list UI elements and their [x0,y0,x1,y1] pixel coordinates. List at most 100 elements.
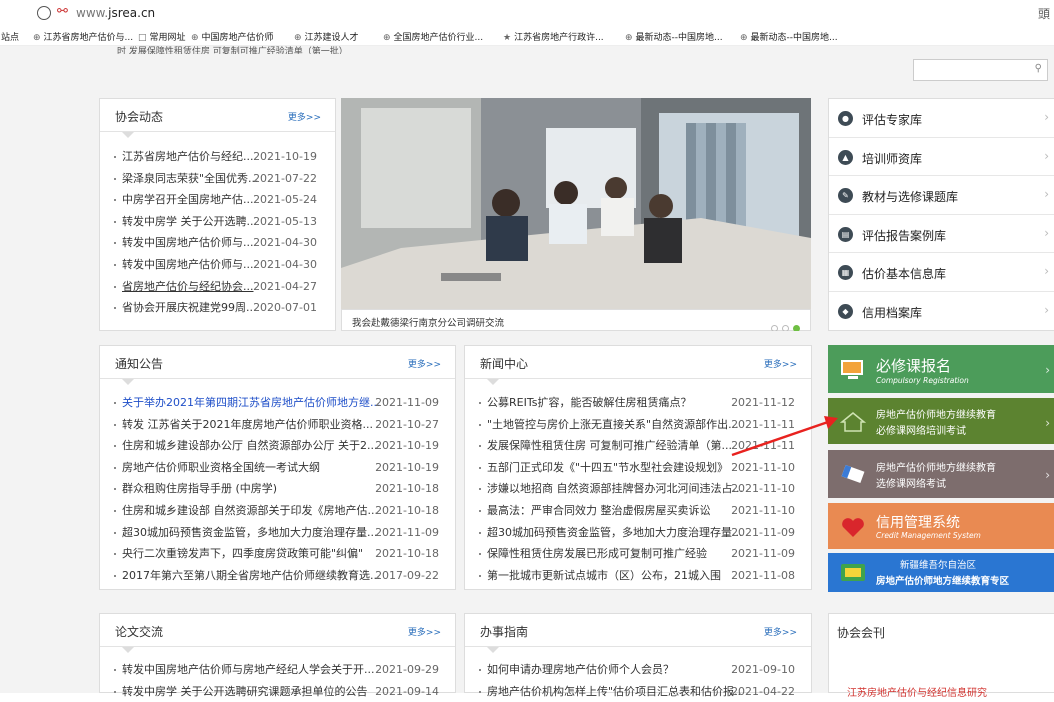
list-item[interactable]: 住房和城乡建设部 自然资源部关于印发《房地产估... 2021-10-18 [112,500,445,522]
notices-panel: 通知公告 更多>> 关于举办2021年第四期江苏省房地产估价师地方继... 202… [99,345,456,590]
more-link[interactable]: 更多>> [764,625,797,638]
banner-line1: 房地产估价师地方继续教育 [876,463,996,474]
list-item[interactable]: 省协会开展庆祝建党99周... 2020-07-01 [112,297,325,319]
list-item[interactable]: 公募REITs扩容，能否破解住房租赁痛点？ 2021-11-12 [477,392,801,414]
list-item[interactable]: 转发中国房地产估价师与... 2021-04-30 [112,232,325,254]
bookmark-5[interactable]: ⊕ 全国房地产估价行业... [383,30,483,43]
chevron-right-icon: › [1045,468,1050,482]
more-link[interactable]: 更多>> [288,110,321,123]
list-item[interactable]: 转发中国房地产估价师与房地产经纪人学会关于开... 2021-09-29 [112,659,445,681]
list-item[interactable]: 住房和城乡建设部办公厅 自然资源部办公厅 关于2... 2021-10-19 [112,435,445,457]
panel-header: 论文交流 更多>> [100,614,455,647]
xinjiang-education-banner[interactable]: 新疆维吾尔自治区 房地产估价师地方继续教育专区 [828,553,1054,592]
chevron-right-icon: › [1044,187,1049,201]
bookmark-1[interactable]: ⊕ 江苏省房地产估价与... [33,30,133,43]
header-caret [487,647,499,653]
list-item[interactable]: 转发中房学 关于公开选聘... 2021-05-13 [112,211,325,233]
headline-ticker[interactable]: 时 发展保障性租赁住房 可复制可推广经验清单（第一批） [117,44,348,54]
list-item[interactable]: 梁泽泉同志荣获"全国优秀... 2021-07-22 [112,168,325,190]
list-item[interactable]: 房地产估价机构怎样上传"估价项目汇总表和估价报... 2021-04-22 [477,681,801,702]
header-caret [122,132,134,138]
nav-circle-icon[interactable] [37,6,51,20]
link-report-db[interactable]: ▤ 评估报告案例库 › [829,215,1054,253]
banner-subtitle: Credit Management System [876,531,981,540]
news-center-panel: 新闻中心 更多>> 公募REITs扩容，能否破解住房租赁痛点？ 2021-11-1… [464,345,812,590]
list-item[interactable]: 中房学召开全国房地产估... 2021-05-24 [112,189,325,211]
carousel-dot[interactable] [782,325,789,331]
book-icon: ✎ [838,188,853,203]
list-item[interactable]: 最高法：严审合同效力 整治虚假房屋买卖诉讼 2021-11-10 [477,500,801,522]
list-item[interactable]: 转发 江苏省关于2021年度房地产估价师职业资格... 2021-10-27 [112,414,445,436]
chevron-right-icon: › [1044,302,1049,317]
search-icon[interactable]: ⚲ [1035,63,1042,74]
list-item[interactable]: 超30城加码预售资金监管，多地加大力度治理存量... 2021-11-09 [477,522,801,544]
association-news-list: 江苏省房地产估价与经纪... 2021-10-19 梁泽泉同志荣获"全国优秀...… [112,146,325,319]
bookmark-4[interactable]: ⊕ 江苏建设人才 [294,30,359,43]
carousel-dot-active[interactable] [793,325,800,331]
more-link[interactable]: 更多>> [408,625,441,638]
pencil-icon [841,464,865,484]
globe-icon: ⊕ [294,33,302,43]
more-link[interactable]: 更多>> [764,357,797,370]
photo-caption[interactable]: 我会赴戴德梁行南京分公司调研交流 [352,315,504,329]
lock-icon[interactable]: ⚯ [57,4,68,19]
list-item[interactable]: 省房地产估价与经纪协会... 2021-04-27 [112,276,325,298]
bookmark-8[interactable]: ⊕ 最新动态--中国房地... [740,30,838,43]
link-info-db[interactable]: ▦ 估价基本信息库 › [829,253,1054,292]
house-icon [840,412,866,432]
list-item[interactable]: 超30城加码预售资金监管，多地加大力度治理存量... 2021-11-09 [112,522,445,544]
bookmark-0[interactable]: 站点 [1,30,19,43]
emblem-icon: ★ [503,33,512,43]
list-item[interactable]: 关于举办2021年第四期江苏省房地产估价师地方继... 2021-11-09 [112,392,445,414]
globe-icon: ⊕ [383,33,391,43]
search-input[interactable]: ⚲ [913,59,1048,81]
journal-cover-text[interactable]: 江苏房地产估价与经纪信息研究 [847,684,987,699]
banner-subtitle: Compulsory Registration [876,376,969,385]
header-caret [122,379,134,385]
link-trainer-db[interactable]: ▲ 培训师资库 › [829,138,1054,176]
required-course-exam-banner[interactable]: 房地产估价师地方继续教育 必修课网络培训考试 › [828,398,1054,444]
list-item[interactable]: 保障性租赁住房发展已形成可复制可推广经验 2021-11-09 [477,543,801,565]
certificate-icon [841,564,865,581]
list-item[interactable]: 五部门正式印发《"十四五"节水型社会建设规划》 2021-11-10 [477,457,801,479]
globe-icon: ⊕ [33,33,41,43]
monitor-icon [841,360,863,379]
link-credit-db[interactable]: ◆ 信用档案库 › [829,292,1054,331]
list-item[interactable]: 房地产估价师职业资格全国统一考试大纲 2021-10-19 [112,457,445,479]
papers-list: 转发中国房地产估价师与房地产经纪人学会关于开... 2021-09-29 转发中房… [112,659,445,702]
bookmark-7[interactable]: ⊕ 最新动态--中国房地... [625,30,723,43]
url-field[interactable]: www.jsrea.cn [76,6,155,20]
banner-line1: 新疆维吾尔自治区 [900,560,977,571]
chevron-right-icon: › [1045,363,1050,377]
meeting-photo [341,98,811,309]
panel-header: 办事指南 更多>> [465,614,811,647]
guide-list: 如何申请办理房地产估价师个人会员？ 2021-09-10 房地产估价机构怎样上传"… [477,659,801,702]
link-expert-db[interactable]: ● 评估专家库 › [829,99,1054,138]
list-item[interactable]: 第一批城市更新试点城市（区）公布，21城入围 2021-11-08 [477,565,801,587]
credit-management-banner[interactable]: 信用管理系统 Credit Management System [828,503,1054,549]
list-item[interactable]: "土地管控与房价上涨无直接关系"自然资源部作出... 2021-11-11 [477,414,801,436]
heart-icon [842,518,864,537]
link-textbook-db[interactable]: ✎ 教材与选修课题库 › [829,176,1054,215]
toolbar-glyph[interactable]: 頭 [1038,5,1050,22]
bookmark-3[interactable]: ⊕ 中国房地产估价师 [191,30,274,43]
bookmark-2[interactable]: □ 常用网址 [138,30,186,43]
required-course-registration-banner[interactable]: 必修课报名 Compulsory Registration › [828,345,1054,393]
elective-course-exam-banner[interactable]: 房地产估价师地方继续教育 选修课网络考试 › [828,450,1054,498]
more-link[interactable]: 更多>> [408,357,441,370]
list-item[interactable]: 如何申请办理房地产估价师个人会员？ 2021-09-10 [477,659,801,681]
bookmark-6[interactable]: ★ 江苏省房地产行政许... [503,30,604,43]
list-item[interactable]: 2017年第六至第八期全省房地产估价师继续教育选... 2017-09-22 [112,565,445,587]
news-photo-carousel[interactable]: 我会赴戴德梁行南京分公司调研交流 [341,98,811,331]
list-item[interactable]: 涉嫌以地招商 自然资源部挂牌督办河北河间违法占... 2021-11-10 [477,478,801,500]
list-item[interactable]: 发展保障性租赁住房 可复制可推广经验清单（第... 2021-11-11 [477,435,801,457]
banner-line1: 房地产估价师地方继续教育 [876,410,996,421]
carousel-dot[interactable] [771,325,778,331]
list-item[interactable]: 群众租购住房指导手册 (中房学) 2021-10-18 [112,478,445,500]
chevron-right-icon: › [1044,264,1049,278]
list-item[interactable]: 转发中房学 关于公开选聘研究课题承担单位的公告 2021-09-14 [112,681,445,702]
list-item[interactable]: 转发中国房地产估价师与... 2021-04-30 [112,254,325,276]
list-item[interactable]: 江苏省房地产估价与经纪... 2021-10-19 [112,146,325,168]
database-links-panel: ● 评估专家库 › ▲ 培训师资库 › ✎ 教材与选修课题库 › ▤ 评估报告案例库 › ▦ 估价… [828,98,1054,331]
list-item[interactable]: 央行二次重镑发声下，四季度房贷政策可能"纠偏" 2021-10-18 [112,543,445,565]
